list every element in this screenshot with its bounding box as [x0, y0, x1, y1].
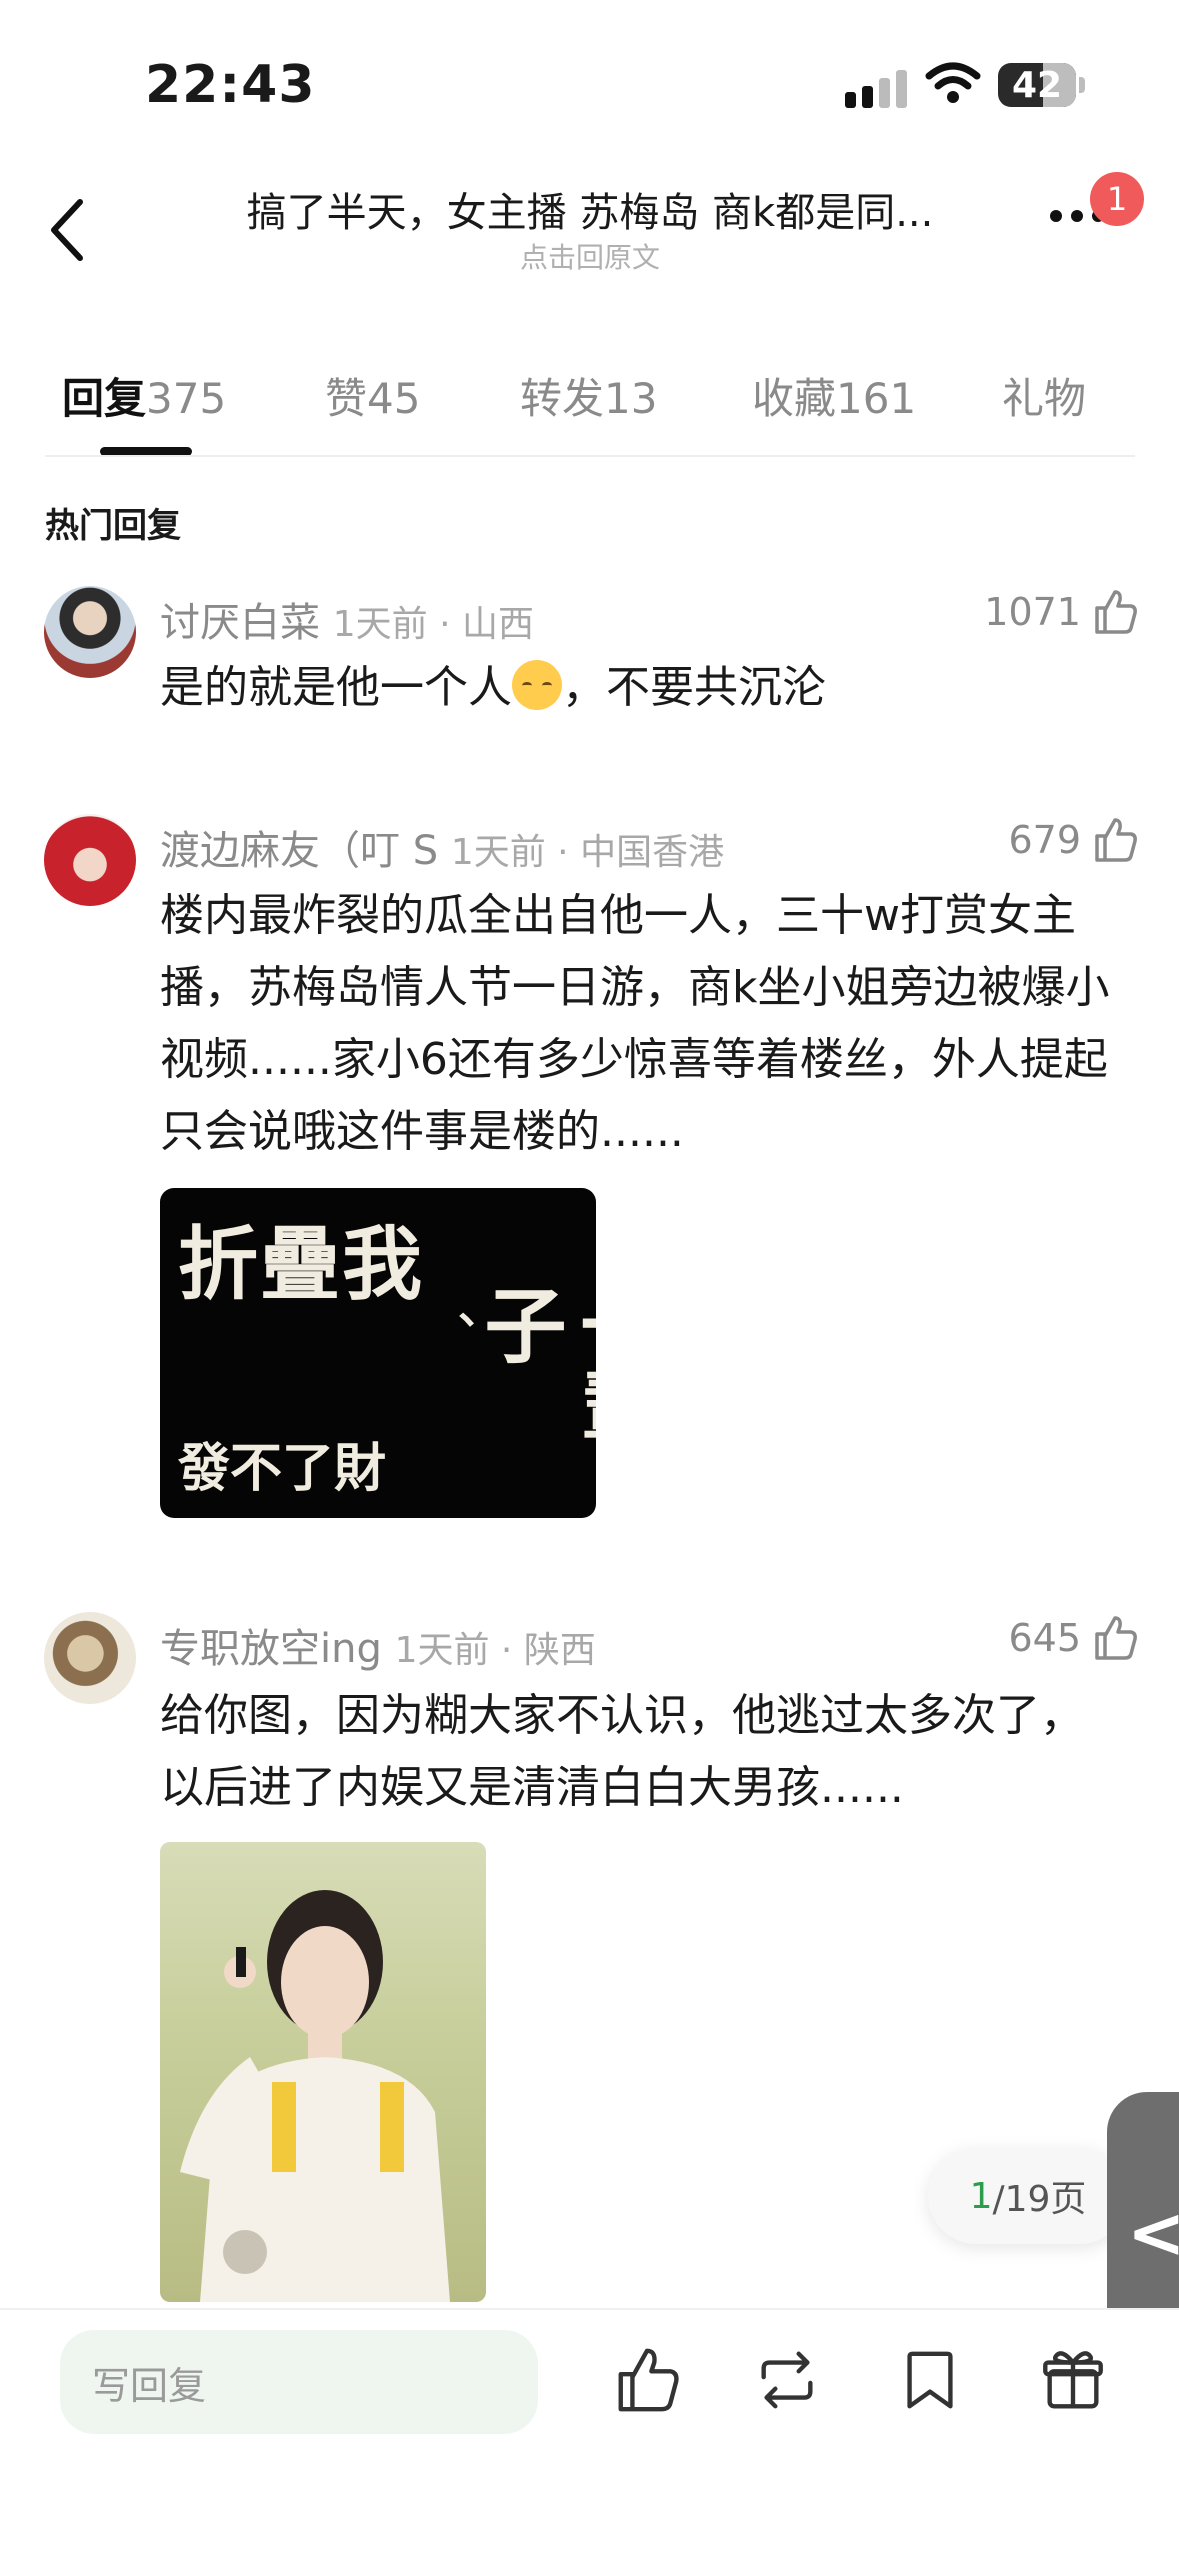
- gift-icon[interactable]: [1038, 2345, 1108, 2415]
- comment-text-part: 是的就是他一个人: [160, 662, 512, 713]
- reply-placeholder: 写回复: [92, 2363, 207, 2408]
- tab-label: 转发: [520, 374, 605, 423]
- tab-bar: 回复375 赞45 转发13 收藏161 礼物: [0, 355, 1179, 455]
- comment-text: 给你图，因为糊大家不认识，他逃过太多次了，以后进了内娱又是清清白白大男孩....…: [160, 1690, 1084, 1813]
- time-location: 1天前 · 陕西: [394, 1630, 596, 1671]
- chevron-left-icon: <: [1127, 2192, 1179, 2274]
- tab-reposts[interactable]: 转发13: [520, 365, 657, 426]
- like-count: 645: [1008, 1616, 1081, 1660]
- like-button[interactable]: 679: [1008, 816, 1139, 864]
- tab-count: 375: [146, 374, 227, 423]
- cellular-signal-icon: [845, 70, 907, 108]
- comment-text: 是的就是他一个人 ，不要共沉沦: [160, 652, 1120, 724]
- thumbs-up-icon: [1095, 1616, 1137, 1660]
- avatar[interactable]: [44, 1612, 136, 1704]
- page-indicator[interactable]: 1/19页: [928, 2148, 1128, 2244]
- current-page: 1: [969, 2175, 993, 2217]
- avatar[interactable]: [44, 814, 136, 906]
- post-title[interactable]: 搞了半天，女主播 苏梅岛 商k都是同...: [200, 180, 980, 238]
- thumbs-up-icon[interactable]: [612, 2345, 682, 2415]
- battery-icon: 42: [998, 63, 1076, 107]
- comment-image-photo[interactable]: [160, 1842, 486, 2302]
- tab-label: 赞: [325, 374, 368, 423]
- tab-replies[interactable]: 回复375: [62, 365, 226, 426]
- username[interactable]: 渡边麻友（叮 S: [160, 828, 438, 874]
- comment-meta: 渡边麻友（叮 S 1天前 · 中国香港: [160, 818, 724, 876]
- back-button[interactable]: [40, 190, 100, 270]
- comment-meta: 专职放空ing 1天前 · 陕西: [160, 1616, 596, 1674]
- notification-badge: 1: [1090, 172, 1144, 226]
- tab-likes[interactable]: 赞45: [325, 365, 420, 426]
- divider: [45, 455, 1135, 457]
- status-time: 22:43: [145, 55, 316, 115]
- reply-input[interactable]: 写回复: [60, 2330, 538, 2434]
- username[interactable]: 专职放空ing: [160, 1626, 382, 1672]
- battery-level: 42: [1011, 64, 1063, 106]
- tab-gifts[interactable]: 礼物: [1002, 365, 1086, 426]
- battery-cap: [1079, 77, 1085, 93]
- comment-text-part: ，不要共沉沦: [562, 662, 826, 713]
- comment-text: 楼内最炸裂的瓜全出自他一人，三十w打赏女主播，苏梅岛情人节一日游，商k坐小姐旁边…: [160, 890, 1110, 1157]
- total-pages: /19页: [992, 2179, 1087, 2220]
- meme-text: 一輩子: [470, 1283, 596, 1447]
- person-photo-illustration: [180, 1890, 450, 2302]
- bookmark-icon[interactable]: [895, 2345, 965, 2415]
- tab-label: 回复: [62, 374, 147, 423]
- like-count: 1071: [984, 590, 1081, 634]
- comment-image-meme[interactable]: 折疊我 、 一輩子 發不了財: [160, 1188, 596, 1518]
- like-button[interactable]: 645: [1008, 1614, 1139, 1662]
- tab-label: 收藏: [752, 374, 837, 423]
- section-title: 热门回复: [45, 506, 181, 546]
- repost-icon[interactable]: [752, 2345, 822, 2415]
- thumbs-up-icon: [1095, 818, 1137, 862]
- tab-count: 161: [836, 374, 917, 423]
- username[interactable]: 讨厌白菜: [160, 600, 320, 646]
- wifi-icon: [925, 62, 981, 103]
- meme-text: 發不了財: [178, 1438, 387, 1499]
- like-button[interactable]: 1071: [984, 588, 1139, 636]
- time-location: 1天前 · 山西: [332, 604, 534, 645]
- tab-favorites[interactable]: 收藏161: [752, 365, 916, 426]
- tab-label: 礼物: [1002, 374, 1087, 423]
- avatar[interactable]: [44, 586, 136, 678]
- comment-meta: 讨厌白菜 1天前 · 山西: [160, 590, 534, 648]
- tab-count: 13: [604, 374, 658, 423]
- pensive-face-emoji: [512, 660, 562, 710]
- like-count: 679: [1008, 818, 1081, 862]
- time-location: 1天前 · 中国香港: [450, 832, 725, 873]
- tab-count: 45: [367, 374, 421, 423]
- back-to-original-link[interactable]: 点击回原文: [200, 236, 980, 276]
- thumbs-up-icon: [1095, 590, 1137, 634]
- meme-text: 折疊我: [178, 1217, 424, 1311]
